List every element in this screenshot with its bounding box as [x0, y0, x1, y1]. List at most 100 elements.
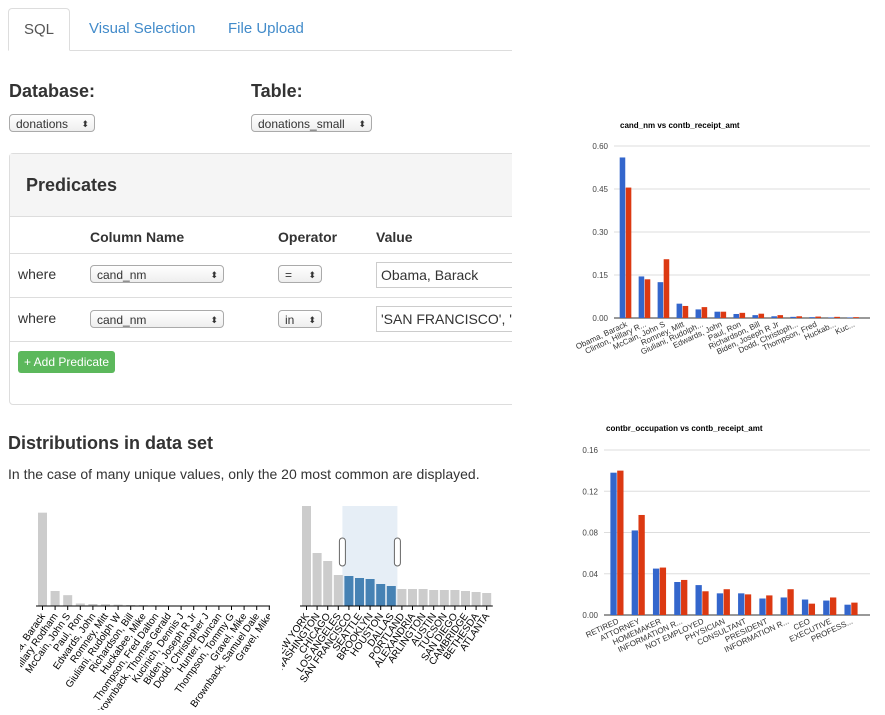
chart-title: cand_nm vs contb_receipt_amt — [620, 121, 740, 130]
bar-series-1 — [847, 317, 853, 318]
column-name-header: Column Name — [90, 229, 185, 245]
y-tick-label: 0.16 — [582, 446, 598, 455]
where-label: where — [18, 266, 57, 282]
bar — [386, 586, 396, 606]
brush-handle-right — [393, 537, 401, 567]
y-tick-label: 0.12 — [582, 487, 598, 496]
bar-series-2 — [853, 317, 859, 318]
select-arrows-icon: ⬍ — [308, 270, 316, 280]
column-select-value: cand_nm — [97, 313, 147, 327]
bar — [355, 578, 364, 606]
y-tick-label: 0.45 — [592, 185, 608, 194]
bar — [323, 561, 333, 606]
bar-series-2 — [851, 602, 858, 615]
bar-series-2 — [681, 579, 688, 615]
comparison-chart-occupation: contbr_occupation vs contb_receipt_amt 0.… — [582, 424, 870, 654]
bar — [408, 589, 417, 606]
operator-select[interactable]: in ⬍ — [278, 310, 322, 328]
bar — [38, 512, 47, 606]
column-select-value: cand_nm — [97, 268, 147, 282]
bar — [333, 575, 343, 606]
distribution-chart-candidates: Obama, BarackClinton, Hillary RodhamMcCa… — [20, 512, 270, 710]
left-pane: SQL Visual Selection File Upload Databas… — [0, 0, 512, 715]
distributions-title: Distributions in data set — [8, 433, 214, 453]
y-tick-label: 0.15 — [592, 271, 608, 280]
bar-series-2 — [659, 567, 667, 615]
bar — [344, 576, 354, 606]
bar-series-2 — [702, 591, 709, 615]
tab-file-upload[interactable]: File Upload — [213, 8, 319, 50]
select-arrows-icon: ⬍ — [81, 119, 89, 129]
bar — [482, 593, 492, 606]
distribution-chart-cities[interactable]: NEW YORKWASHINGTONCHICAGOLOS ANGELESSAN … — [282, 500, 512, 710]
bar-series-2 — [739, 312, 746, 318]
bar-series-1 — [771, 316, 777, 318]
bar-series-1 — [676, 303, 683, 318]
bar — [450, 590, 460, 606]
bar — [302, 506, 311, 606]
distributions-subtitle: In the case of many unique values, only … — [8, 466, 480, 482]
operator-select-value: in — [285, 313, 295, 327]
bar-series-1 — [823, 600, 830, 615]
value-input[interactable]: Obama, Barack — [376, 262, 512, 288]
bar-series-2 — [796, 316, 802, 318]
bar-series-1 — [790, 316, 796, 318]
bar-series-2 — [834, 316, 840, 318]
bar — [461, 591, 470, 606]
tab-sql[interactable]: SQL — [8, 8, 71, 51]
bar-series-1 — [828, 317, 834, 318]
y-tick-label: 0.30 — [592, 228, 608, 237]
bar-series-2 — [617, 470, 624, 615]
bar-series-1 — [695, 309, 702, 318]
column-select[interactable]: cand_nm ⬍ — [90, 310, 224, 328]
select-arrows-icon: ⬍ — [358, 119, 366, 129]
tab-visual-selection[interactable]: Visual Selection — [74, 8, 210, 50]
bar-series-1 — [809, 317, 815, 318]
bar-series-1 — [716, 593, 724, 615]
y-tick-label: 0.00 — [582, 611, 598, 620]
value-input[interactable]: 'SAN FRANCISCO', 'SEATTLE' — [376, 306, 512, 332]
bar — [429, 590, 439, 606]
y-tick-label: 0.04 — [582, 570, 598, 579]
bar-series-1 — [638, 276, 645, 318]
bar-series-1 — [631, 530, 638, 615]
table-select-value: donations_small — [258, 117, 345, 131]
brush-handle-left — [338, 537, 346, 567]
bar-series-1 — [619, 157, 626, 318]
bar-series-2 — [720, 311, 727, 318]
bar-series-2 — [744, 594, 752, 615]
x-tick-label: Kuc... — [834, 320, 856, 337]
add-predicate-button[interactable]: + Add Predicate — [18, 351, 116, 373]
y-tick-label: 0.60 — [592, 142, 608, 151]
comparison-chart-candidates: cand_nm vs contb_receipt_amt 0.00 0.15 0.30… — [574, 121, 870, 356]
bar — [439, 590, 449, 606]
bar-series-1 — [780, 597, 787, 615]
bar-series-1 — [714, 311, 721, 318]
column-select[interactable]: cand_nm ⬍ — [90, 265, 224, 283]
divider — [10, 341, 512, 342]
bar-series-2 — [663, 259, 670, 318]
bar — [471, 592, 481, 606]
operator-select[interactable]: = ⬍ — [278, 265, 322, 283]
y-tick-label: 0.08 — [582, 529, 598, 538]
bar-series-1 — [752, 315, 758, 318]
bar — [365, 579, 375, 606]
value-header: Value — [376, 229, 413, 245]
operator-header: Operator — [278, 229, 338, 245]
bar-series-2 — [723, 589, 730, 615]
bar — [376, 584, 386, 606]
bar-series-1 — [844, 604, 851, 615]
bar-series-2 — [758, 313, 765, 318]
select-arrows-icon: ⬍ — [308, 315, 316, 325]
database-select[interactable]: donations ⬍ — [9, 114, 95, 132]
select-arrows-icon: ⬍ — [210, 270, 218, 280]
bar-series-1 — [652, 568, 660, 615]
bar-series-2 — [808, 603, 816, 615]
table-select[interactable]: donations_small ⬍ — [251, 114, 372, 132]
where-label: where — [18, 310, 57, 326]
table-label: Table: — [251, 81, 303, 101]
bar-series-1 — [610, 472, 617, 615]
y-tick-label: 0.00 — [592, 314, 608, 323]
bar-series-1 — [695, 585, 702, 615]
bar-series-1 — [738, 593, 745, 615]
